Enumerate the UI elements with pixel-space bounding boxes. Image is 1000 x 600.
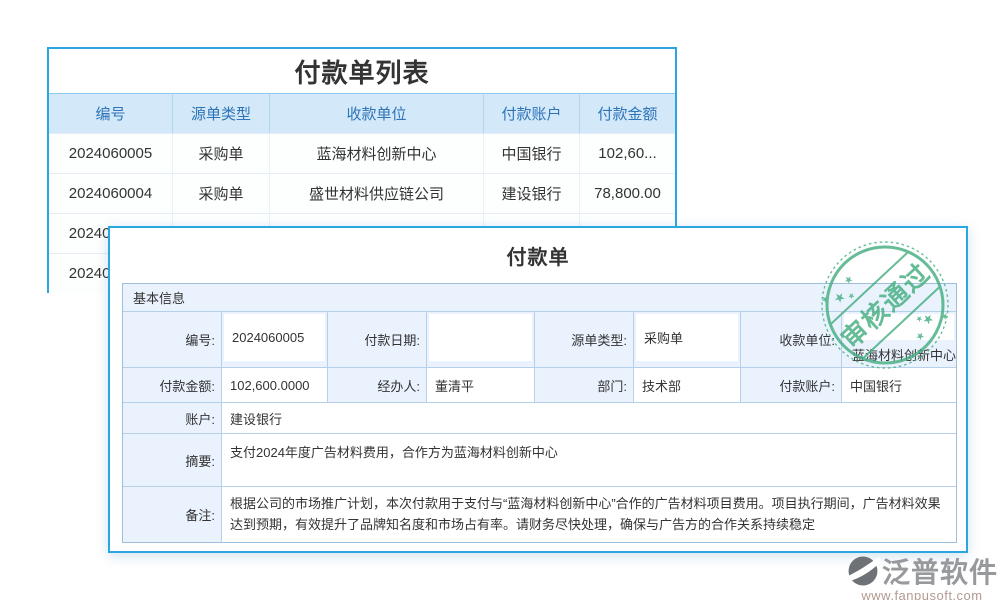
remark-label: 备注: — [123, 487, 222, 542]
summary-label: 摘要: — [123, 434, 222, 487]
account-field[interactable]: 建设银行 — [222, 403, 956, 434]
list-header-row: 编号 源单类型 收款单位 付款账户 付款金额 — [49, 93, 675, 133]
source-type-label: 源单类型: — [535, 312, 634, 368]
cell-payee: 盛世材料供应链公司 — [270, 174, 484, 213]
department-label: 部门: — [535, 368, 634, 403]
pay-account-label: 付款账户: — [741, 368, 842, 403]
handler-label: 经办人: — [328, 368, 427, 403]
basic-info-panel: 基本信息 编号: 2024060005 付款日期: 源单类型: 采购单 收款单位… — [122, 283, 957, 543]
vendor-url: www.fanpusoft.com — [846, 588, 998, 600]
vendor-watermark: 泛普软件 www.fanpusoft.com — [846, 551, 998, 600]
department-field[interactable]: 技术部 — [634, 368, 741, 403]
payee-value: 蓝海材料创新中心 — [852, 345, 956, 364]
number-label: 编号: — [123, 312, 222, 368]
account-label: 账户: — [123, 403, 222, 434]
remark-field[interactable]: 根据公司的市场推广计划，本次付款用于支付与“蓝海材料创新中心”合作的广告材料项目… — [222, 487, 956, 542]
cell-source: 采购单 — [173, 174, 270, 213]
cell-account: 建设银行 — [484, 174, 580, 213]
dialog-title: 付款单 — [110, 228, 966, 283]
column-header-account[interactable]: 付款账户 — [484, 94, 580, 133]
fanpu-logo-icon — [846, 553, 880, 589]
cell-payee: 蓝海材料创新中心 — [270, 134, 484, 173]
summary-field[interactable]: 支付2024年度广告材料费用，合作方为蓝海材料创新中心 — [222, 434, 956, 487]
handler-field[interactable]: 董清平 — [427, 368, 535, 403]
source-type-field-cell: 采购单 — [634, 312, 741, 368]
cell-source: 采购单 — [173, 134, 270, 173]
payee-field[interactable] — [844, 314, 954, 340]
column-header-amount[interactable]: 付款金额 — [580, 94, 675, 133]
number-field[interactable]: 2024060005 — [224, 314, 325, 361]
payment-detail-dialog: 付款单 基本信息 编号: 2024060005 付款日期: 源单类型: 采购单 … — [108, 226, 968, 553]
pay-date-field-cell — [427, 312, 535, 368]
pay-date-field[interactable] — [429, 314, 532, 361]
column-header-source[interactable]: 源单类型 — [173, 94, 270, 133]
table-row[interactable]: 2024060004 采购单 盛世材料供应链公司 建设银行 78,800.00 — [49, 173, 675, 213]
pay-date-label: 付款日期: — [328, 312, 427, 368]
cell-amount: 102,60... — [580, 134, 675, 173]
payee-label: 收款单位: — [741, 312, 842, 368]
column-header-payee[interactable]: 收款单位 — [270, 94, 484, 133]
number-field-cell: 2024060005 — [222, 312, 328, 368]
source-type-field[interactable]: 采购单 — [636, 314, 738, 361]
amount-field[interactable]: 102,600.0000 — [222, 368, 328, 403]
column-header-number[interactable]: 编号 — [49, 94, 173, 133]
cell-account: 中国银行 — [484, 134, 580, 173]
section-title: 基本信息 — [123, 284, 956, 312]
pay-account-field[interactable]: 中国银行 — [842, 368, 956, 403]
payment-form: 编号: 2024060005 付款日期: 源单类型: 采购单 收款单位: 蓝海材… — [123, 312, 956, 542]
list-title: 付款单列表 — [49, 49, 675, 93]
payee-field-cell: 蓝海材料创新中心 — [842, 312, 956, 368]
vendor-name: 泛普软件 — [882, 551, 998, 591]
amount-label: 付款金额: — [123, 368, 222, 403]
cell-number: 2024060004 — [49, 174, 173, 213]
cell-amount: 78,800.00 — [580, 174, 675, 213]
table-row[interactable]: 2024060005 采购单 蓝海材料创新中心 中国银行 102,60... — [49, 133, 675, 173]
cell-number: 2024060005 — [49, 134, 173, 173]
screen: 付款单列表 编号 源单类型 收款单位 付款账户 付款金额 2024060005 … — [0, 0, 1000, 600]
